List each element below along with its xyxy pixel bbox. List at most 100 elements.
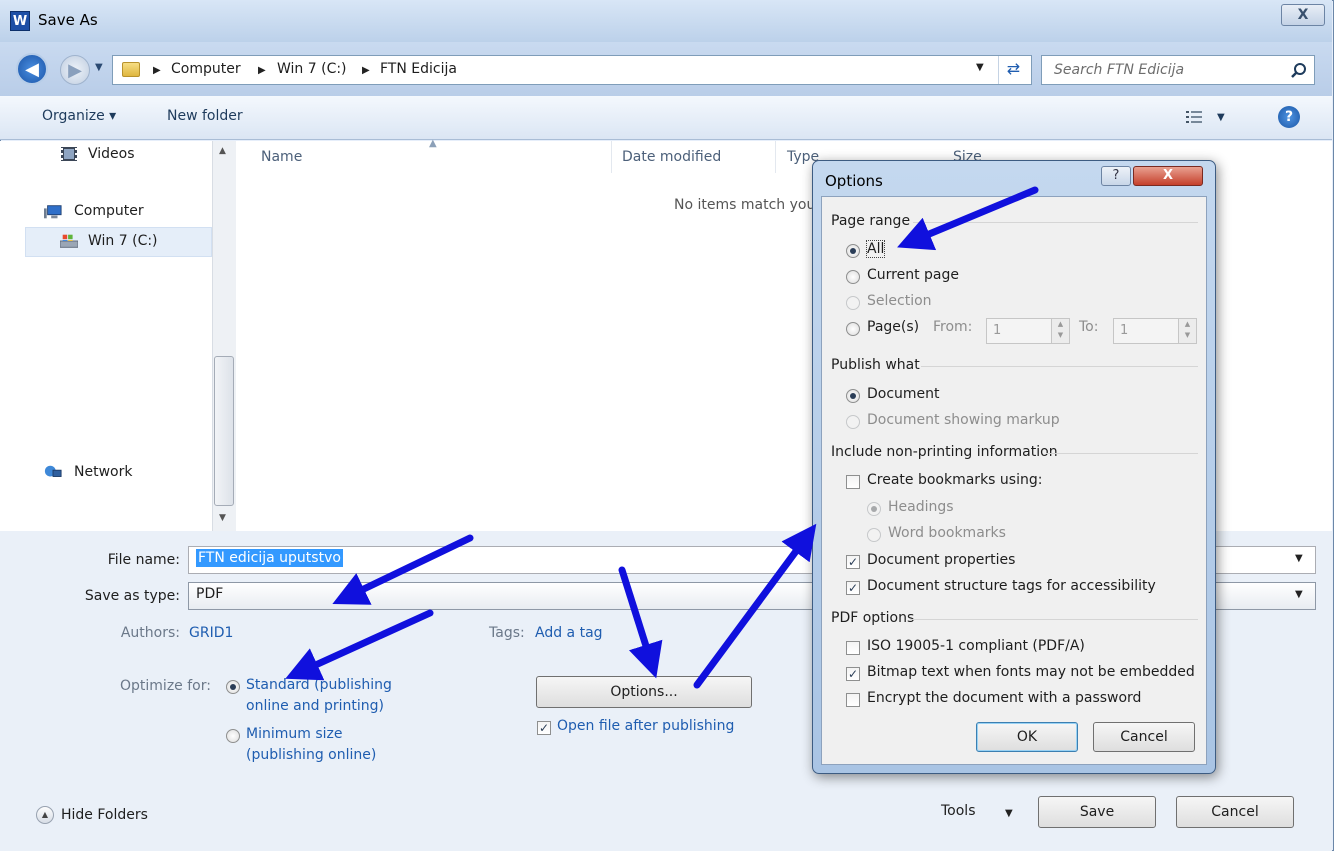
breadcrumb-separator-icon[interactable]: ▶ (258, 65, 266, 76)
publish-document-label[interactable]: Document (867, 386, 940, 402)
new-folder-button[interactable]: New folder (167, 108, 243, 124)
options-dialog-title: Options (825, 172, 883, 190)
recent-pages-chevron-icon[interactable]: ▼ (95, 62, 103, 73)
from-label: From: (933, 319, 973, 335)
dialog-help-button[interactable]: ? (1101, 166, 1131, 186)
publish-document-radio[interactable] (846, 389, 860, 403)
structure-tags-label[interactable]: Document structure tags for accessibilit… (867, 578, 1156, 594)
file-name-dropdown-icon[interactable]: ▼ (1295, 553, 1303, 564)
iso-pdfa-checkbox[interactable] (846, 641, 860, 655)
document-properties-checkbox[interactable]: ✓ (846, 555, 860, 569)
page-range-all-label[interactable]: All (865, 240, 886, 258)
column-divider[interactable] (775, 141, 776, 173)
cancel-button[interactable]: Cancel (1176, 796, 1294, 828)
publish-markup-label[interactable]: Document showing markup (867, 412, 1060, 428)
dialog-ok-button[interactable]: OK (976, 722, 1078, 752)
search-icon[interactable] (1288, 60, 1310, 82)
create-bookmarks-label[interactable]: Create bookmarks using: (867, 472, 1042, 488)
file-name-label: File name: (107, 552, 180, 568)
address-bar[interactable] (112, 55, 1032, 85)
hide-folders-button[interactable]: Hide Folders (61, 807, 148, 823)
group-divider (921, 366, 1198, 367)
tags-input[interactable]: Add a tag (535, 625, 603, 641)
bitmap-text-checkbox[interactable]: ✓ (846, 667, 860, 681)
column-divider[interactable] (611, 141, 612, 173)
stepper-arrows-icon[interactable]: ▲ ▼ (1178, 319, 1196, 343)
forward-arrow-icon[interactable]: ▶ (60, 55, 90, 85)
page-range-current-radio[interactable] (846, 270, 860, 284)
bookmarks-headings-radio[interactable] (867, 502, 881, 516)
breadcrumb-win7[interactable]: Win 7 (C:) (277, 61, 347, 77)
nav-scrollbar-thumb[interactable] (214, 356, 234, 506)
refresh-icon[interactable]: ⇄ (998, 56, 1028, 84)
open-after-publishing-checkbox[interactable]: ✓ (537, 721, 551, 735)
structure-tags-checkbox[interactable]: ✓ (846, 581, 860, 595)
optimize-standard-radio[interactable] (226, 680, 240, 694)
view-options-chevron-icon[interactable]: ▼ (1217, 112, 1225, 123)
file-name-value[interactable]: FTN edicija uputstvo (196, 549, 343, 567)
breadcrumb-separator-icon[interactable]: ▶ (362, 65, 370, 76)
window-close-button[interactable]: X (1281, 4, 1325, 26)
optimize-minimum-label-line2[interactable]: (publishing online) (246, 747, 376, 763)
options-button[interactable]: Options... (536, 676, 752, 708)
nav-item-network[interactable]: Network (74, 464, 132, 480)
title-bar[interactable] (0, 0, 1332, 42)
help-icon[interactable]: ? (1278, 106, 1300, 128)
page-range-all-radio[interactable] (846, 244, 860, 258)
nav-item-win7[interactable]: Win 7 (C:) (88, 233, 158, 249)
bookmarks-word-radio[interactable] (867, 528, 881, 542)
publish-what-heading: Publish what (831, 357, 920, 373)
bookmarks-headings-label[interactable]: Headings (888, 499, 954, 515)
tools-button[interactable]: Tools (941, 803, 976, 819)
page-range-pages-radio[interactable] (846, 322, 860, 336)
stepper-arrows-icon[interactable]: ▲ ▼ (1051, 319, 1069, 343)
page-range-current-label[interactable]: Current page (867, 267, 959, 283)
save-as-type-label: Save as type: (84, 588, 180, 604)
open-after-publishing-label[interactable]: Open file after publishing (557, 718, 734, 734)
authors-label: Authors: (120, 625, 180, 641)
nav-item-videos[interactable]: Videos (88, 146, 135, 162)
search-input[interactable]: Search FTN Edicija (1041, 55, 1315, 85)
page-range-selection-radio[interactable] (846, 296, 860, 310)
column-header-date-modified[interactable]: Date modified (622, 149, 721, 165)
change-view-icon[interactable] (1186, 110, 1202, 124)
document-properties-label[interactable]: Document properties (867, 552, 1015, 568)
save-button[interactable]: Save (1038, 796, 1156, 828)
page-range-selection-label[interactable]: Selection (867, 293, 932, 309)
encrypt-password-checkbox[interactable] (846, 693, 860, 707)
scroll-down-arrow-icon[interactable]: ▼ (219, 513, 226, 523)
optimize-minimum-radio[interactable] (226, 729, 240, 743)
column-header-name[interactable]: Name (261, 149, 302, 165)
nav-item-computer[interactable]: Computer (74, 203, 144, 219)
create-bookmarks-checkbox[interactable] (846, 475, 860, 489)
authors-value[interactable]: GRID1 (189, 625, 233, 641)
pdf-options-heading: PDF options (831, 610, 915, 626)
dialog-close-button[interactable]: X (1133, 166, 1203, 186)
iso-pdfa-label[interactable]: ISO 19005-1 compliant (PDF/A) (867, 638, 1085, 654)
bitmap-text-label[interactable]: Bitmap text when fonts may not be embedd… (867, 664, 1195, 680)
breadcrumb-computer[interactable]: Computer (171, 61, 241, 77)
hide-folders-chevron-icon[interactable]: ▲ (36, 806, 54, 824)
breadcrumb-separator-icon[interactable]: ▶ (153, 65, 161, 76)
page-range-pages-label[interactable]: Page(s) (867, 319, 919, 335)
optimize-standard-label-line1[interactable]: Standard (publishing (246, 677, 392, 693)
from-page-stepper[interactable]: 1 ▲ ▼ (986, 318, 1070, 344)
bookmarks-word-label[interactable]: Word bookmarks (888, 525, 1006, 541)
to-page-value: 1 (1120, 323, 1129, 338)
dialog-cancel-button[interactable]: Cancel (1093, 722, 1195, 752)
publish-markup-radio[interactable] (846, 415, 860, 429)
optimize-minimum-label-line1[interactable]: Minimum size (246, 726, 342, 742)
drive-icon (60, 234, 78, 248)
computer-icon (44, 205, 62, 219)
scroll-up-arrow-icon[interactable]: ▲ (219, 146, 226, 156)
encrypt-password-label[interactable]: Encrypt the document with a password (867, 690, 1141, 706)
tools-dropdown-icon[interactable]: ▼ (1005, 808, 1013, 819)
to-page-stepper[interactable]: 1 ▲ ▼ (1113, 318, 1197, 344)
address-dropdown-icon[interactable]: ▼ (976, 62, 984, 73)
organize-button[interactable]: Organize ▾ (42, 108, 116, 124)
optimize-standard-label-line2[interactable]: online and printing) (246, 698, 384, 714)
videos-icon (61, 147, 77, 161)
save-as-type-dropdown-icon[interactable]: ▼ (1295, 589, 1303, 600)
breadcrumb-ftn-edicija[interactable]: FTN Edicija (380, 61, 457, 77)
back-arrow-icon[interactable]: ◀ (16, 53, 48, 85)
